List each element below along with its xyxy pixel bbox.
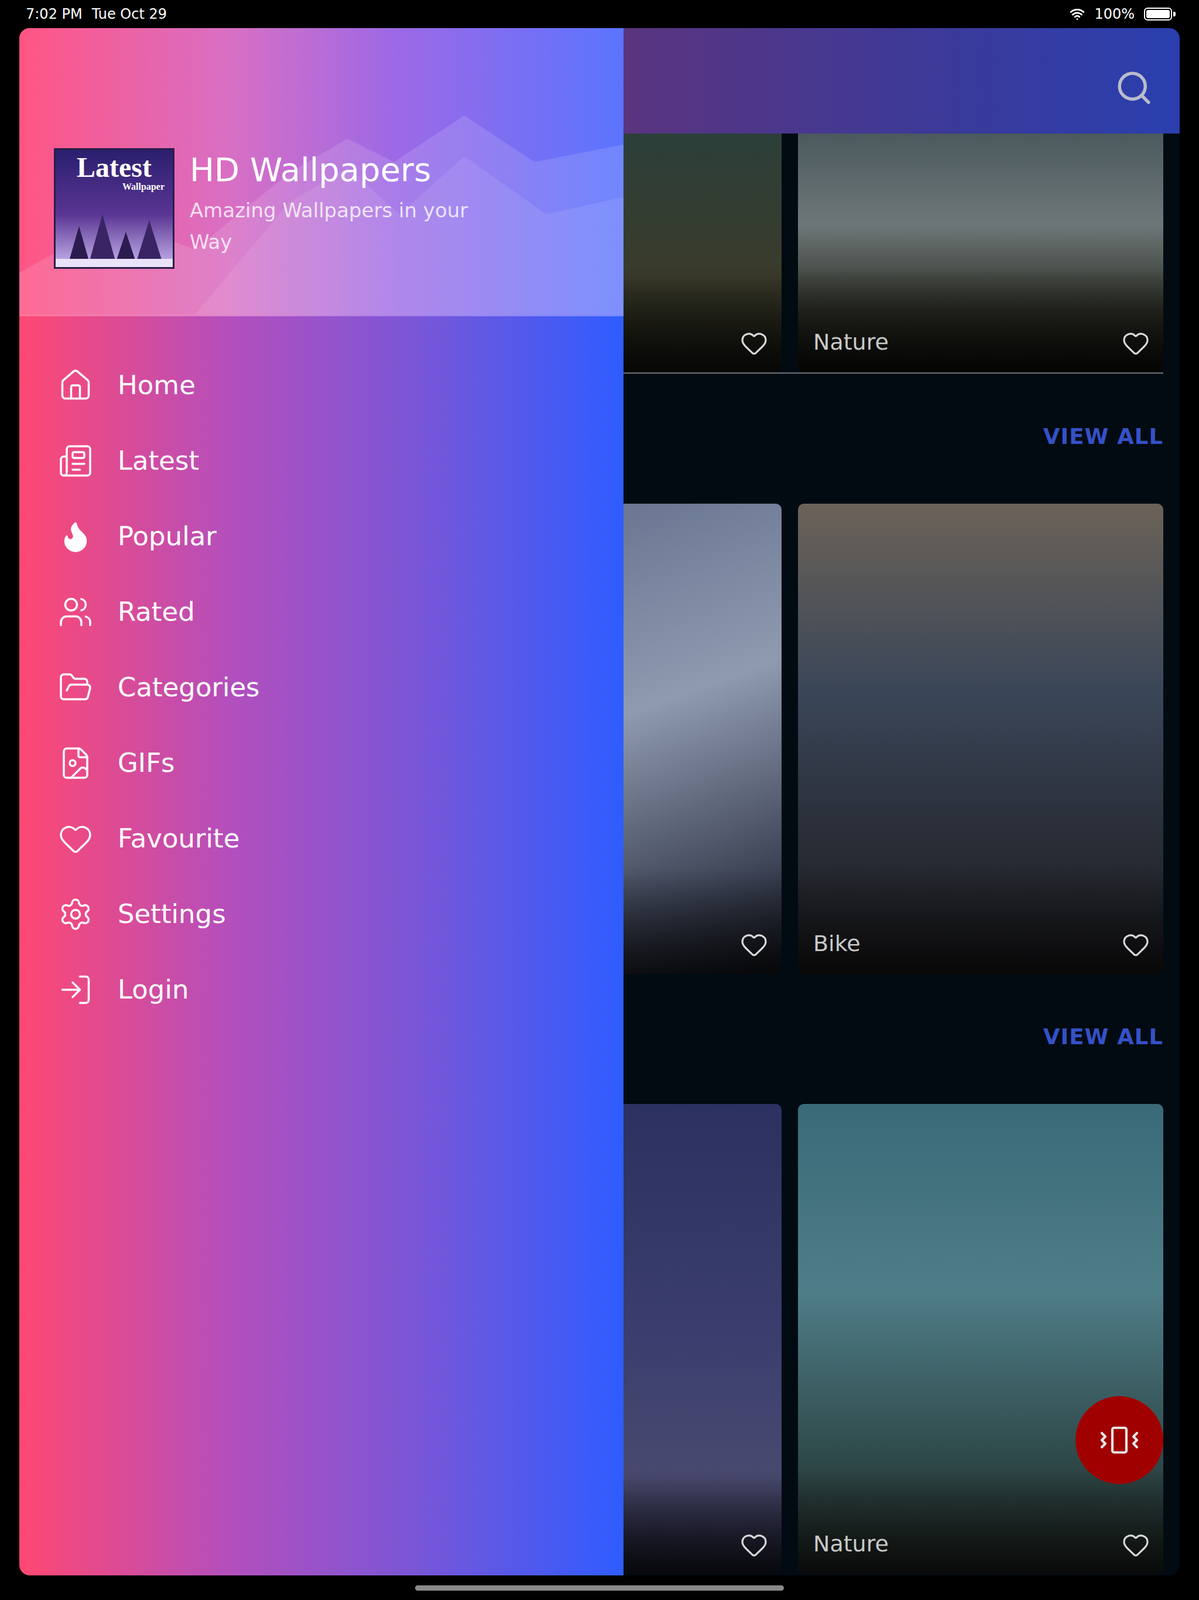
wallpaper-card[interactable] <box>623 503 782 974</box>
battery-tip <box>1173 11 1176 17</box>
menu-item[interactable]: Popular <box>19 498 624 574</box>
card-row: Bike <box>623 503 1180 974</box>
battery-icon <box>1143 7 1173 21</box>
view-all-button[interactable]: VIEW ALL <box>1043 420 1164 453</box>
card-shade <box>797 868 1164 974</box>
app-frame: LatestWallpaperHD WallpapersAmazing Wall… <box>19 28 1180 1575</box>
login-icon <box>57 971 94 1007</box>
card-shade <box>797 1468 1164 1574</box>
folder-icon <box>57 669 94 705</box>
menu-item[interactable]: Home <box>19 347 624 423</box>
favourite-button[interactable] <box>1121 329 1150 358</box>
heart-icon <box>57 820 94 856</box>
menu-item[interactable]: Categories <box>19 649 624 725</box>
favourite-button[interactable] <box>740 1530 769 1559</box>
trees-icon <box>55 202 173 267</box>
wallpaper-card[interactable] <box>623 1103 782 1574</box>
wallpaper-card[interactable]: Nature <box>797 133 1164 373</box>
status-date: Tue Oct 29 <box>91 5 167 23</box>
card-row: Nature <box>623 1103 1180 1574</box>
battery-percent: 100% <box>1094 5 1135 23</box>
section-header: VIEW ALL <box>623 373 1180 504</box>
app-logo: LatestWallpaper <box>53 148 175 269</box>
feed-section: VIEW ALL Bike <box>623 373 1180 974</box>
calendar-icon <box>57 443 94 479</box>
menu-item[interactable]: Latest <box>19 422 624 499</box>
menu-label: Popular <box>117 520 217 552</box>
home-icon <box>57 367 94 403</box>
search-button[interactable] <box>1114 68 1154 108</box>
menu-label: Settings <box>117 898 226 930</box>
heart-icon <box>740 1530 769 1559</box>
favourite-button[interactable] <box>1121 930 1150 959</box>
favourite-button[interactable] <box>740 329 769 358</box>
menu-label: GIFs <box>117 747 175 779</box>
menu-item[interactable]: Favourite <box>19 800 624 876</box>
heart-icon <box>740 930 769 959</box>
wallpaper-card[interactable]: Nature <box>797 1103 1164 1574</box>
gif-icon <box>57 745 94 781</box>
drawer-header-text: HD Wallpapers Amazing Wallpapers in your … <box>189 148 483 259</box>
wallpaper-card[interactable]: Bike <box>797 503 1164 974</box>
feed-section: Nature <box>623 133 1180 374</box>
wallpaper-card[interactable] <box>623 133 782 373</box>
heart-icon <box>1121 930 1150 959</box>
section-divider <box>623 372 1164 374</box>
status-right: 100% <box>1069 5 1176 23</box>
logo-subtitle: Wallpaper <box>122 181 173 193</box>
flame-icon <box>57 518 94 554</box>
logo-title: Latest <box>76 153 152 182</box>
favourite-button[interactable] <box>1121 1530 1150 1559</box>
status-bar: 7:02 PM Tue Oct 29 100% <box>0 0 1199 29</box>
menu-item[interactable]: Login <box>19 951 624 1027</box>
home-indicator[interactable] <box>415 1584 784 1591</box>
menu-item[interactable]: Settings <box>19 875 624 952</box>
card-label: Nature <box>813 326 889 358</box>
status-left: 7:02 PM Tue Oct 29 <box>25 5 167 23</box>
rated-icon <box>57 594 94 630</box>
menu-label: Favourite <box>117 822 240 854</box>
status-time: 7:02 PM <box>25 5 83 23</box>
heart-icon <box>1121 1530 1150 1559</box>
gear-icon <box>57 896 94 932</box>
drawer-menu: Home Latest Popular Rated Categories GIFs Favo… <box>19 316 624 1027</box>
auto-change-button[interactable] <box>1075 1395 1164 1484</box>
phone-vibrate-icon <box>1098 1418 1141 1461</box>
wallpaper-feed: Nature VIEW ALL Bike VIEW ALL Nature <box>623 28 1180 1575</box>
navigation-drawer: LatestWallpaperHD WallpapersAmazing Wall… <box>19 28 624 1575</box>
heart-icon <box>1121 329 1150 358</box>
menu-label: Home <box>117 369 196 401</box>
battery-fill <box>1146 9 1170 19</box>
menu-label: Login <box>117 973 189 1005</box>
menu-label: Rated <box>117 595 195 628</box>
drawer-header: LatestWallpaper HD Wallpapers Amazing Wall… <box>19 28 624 317</box>
favourite-button[interactable] <box>740 930 769 959</box>
search-icon <box>1114 68 1154 108</box>
app-tagline: Amazing Wallpapers in your Way <box>189 194 483 259</box>
screen: 7:02 PMTue Oct 29100%LatestWallpaperHD W… <box>0 0 1199 1600</box>
heart-icon <box>740 329 769 358</box>
menu-item[interactable]: GIFs <box>19 724 624 801</box>
menu-label: Categories <box>117 671 260 703</box>
menu-label: Latest <box>117 444 200 476</box>
menu-item[interactable]: Rated <box>19 573 624 650</box>
section-header: VIEW ALL <box>623 973 1180 1104</box>
app-title: HD Wallpapers <box>189 150 483 189</box>
home-area <box>0 1574 1199 1600</box>
card-shade <box>797 266 1164 373</box>
card-label: Nature <box>813 1528 889 1559</box>
view-all-button[interactable]: VIEW ALL <box>1043 1020 1164 1053</box>
app-bar <box>623 28 1180 134</box>
wifi-icon <box>1069 6 1085 22</box>
card-label: Bike <box>813 927 861 959</box>
feed-section: VIEW ALL Nature <box>623 973 1180 1574</box>
card-row: Nature <box>623 133 1180 373</box>
